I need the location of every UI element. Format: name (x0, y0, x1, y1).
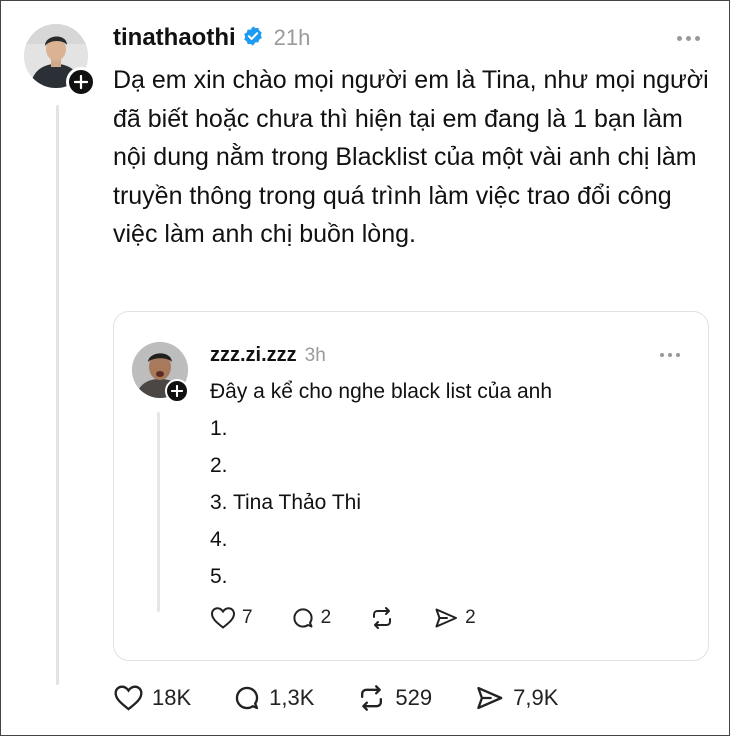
quoted-line: 1. (210, 417, 228, 440)
like-count: 18K (152, 685, 192, 710)
quoted-share-button[interactable]: 2 (433, 606, 476, 630)
post-actions: 18K 1,3K 529 7,9K (113, 684, 558, 712)
comment-icon (291, 606, 315, 630)
post-text: Dạ em xin chào mọi người em là Tina, như… (113, 66, 709, 248)
share-icon (474, 684, 505, 712)
thread-line (56, 105, 59, 685)
more-options-icon[interactable] (677, 36, 700, 41)
quoted-thread-line (157, 412, 160, 612)
post-time: 21h (273, 25, 311, 50)
quoted-like-button[interactable]: 7 (210, 606, 253, 630)
like-button[interactable]: 18K (113, 684, 191, 712)
author-avatar[interactable] (24, 24, 96, 97)
repost-count: 529 (395, 685, 433, 710)
comment-count: 1,3K (269, 685, 315, 710)
share-count: 7,9K (513, 685, 559, 710)
heart-icon (210, 606, 236, 630)
repost-icon (356, 684, 387, 712)
quoted-like-count: 7 (242, 607, 253, 628)
comment-icon (233, 684, 261, 712)
share-icon (433, 606, 459, 630)
repost-button[interactable]: 529 (356, 684, 432, 712)
quoted-repost-button[interactable] (369, 606, 395, 630)
quoted-actions: 7 2 2 (210, 606, 476, 630)
verified-badge-icon (242, 25, 264, 52)
share-button[interactable]: 7,9K (474, 684, 558, 712)
quoted-line: 2. (210, 454, 228, 477)
quoted-username[interactable]: zzz.zi.zzz (210, 344, 297, 367)
quoted-header: zzz.zi.zzz 3h (210, 344, 326, 367)
quoted-line: 5. (210, 565, 228, 588)
post-frame: tinathaothi 21h Dạ em xin chào mọi người… (0, 0, 730, 736)
quoted-share-count: 2 (465, 607, 476, 628)
quoted-comment-count: 2 (320, 607, 332, 628)
quoted-line: 3. Tina Thảo Thi (210, 491, 361, 514)
quoted-text: Đây a kể cho nghe black list của anh 1. … (210, 373, 552, 595)
post-header: tinathaothi 21h (113, 21, 310, 55)
quoted-more-options-icon[interactable] (660, 353, 680, 357)
quoted-follow-plus-icon[interactable] (165, 379, 189, 403)
repost-icon (369, 606, 395, 630)
quoted-post-card[interactable]: zzz.zi.zzz 3h Đây a kể cho nghe black li… (113, 311, 709, 661)
author-username[interactable]: tinathaothi (113, 24, 236, 52)
quoted-time: 3h (304, 345, 326, 366)
heart-icon (113, 684, 144, 712)
quoted-line: Đây a kể cho nghe black list của anh (210, 380, 553, 403)
comment-button[interactable]: 1,3K (233, 684, 314, 712)
follow-plus-icon[interactable] (66, 67, 96, 97)
quoted-comment-button[interactable]: 2 (291, 606, 332, 630)
quoted-line: 4. (210, 528, 228, 551)
